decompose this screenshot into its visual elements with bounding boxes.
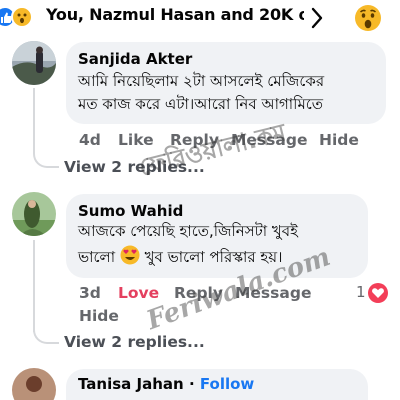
comment-actions: 3d Love Reply Message Hide xyxy=(79,284,389,328)
love-reaction-button[interactable]: Love xyxy=(118,284,159,302)
comment-text-line: ভালো খুব ভালো পরিস্কার হয়। xyxy=(78,245,282,269)
chevron-right-icon[interactable] xyxy=(310,7,324,29)
comment-author[interactable]: Tanisa Jahan xyxy=(78,375,184,393)
reply-button[interactable]: Reply xyxy=(170,131,219,149)
reply-button[interactable]: Reply xyxy=(174,284,223,302)
separator-dot: · xyxy=(188,375,195,393)
reaction-count[interactable]: 1 xyxy=(356,283,366,301)
heart-eyes-emoji-icon xyxy=(120,245,140,265)
thread-line xyxy=(33,88,35,154)
follow-button[interactable]: Follow xyxy=(200,375,254,393)
reactions-summary-text[interactable]: You, Nazmul Hasan and 20K oth… xyxy=(46,5,304,24)
avatar[interactable] xyxy=(12,368,56,400)
avatar[interactable] xyxy=(12,41,56,85)
comment-actions: 4d Like Reply Message Hide xyxy=(79,131,389,151)
comment-author[interactable]: Sanjida Akter xyxy=(78,50,192,68)
view-replies-link[interactable]: View 2 replies... xyxy=(64,333,205,351)
watermark-bengali: ফেরিওয়ালা.কম xyxy=(136,118,289,182)
comment-timestamp[interactable]: 4d xyxy=(79,131,101,149)
comment-text: খুব ভালো পরিস্কার হয়। xyxy=(144,248,283,266)
comment-author[interactable]: Sumo Wahid xyxy=(78,202,183,220)
reactions-summary-bar[interactable]: You, Nazmul Hasan and 20K oth… xyxy=(0,0,400,36)
comment-text: আমি নিয়েছিলাম ২টা আসলেই মেজিকের xyxy=(78,72,325,90)
view-replies-link[interactable]: View 2 replies... xyxy=(64,158,205,176)
like-button[interactable]: Like xyxy=(118,131,154,149)
thread-connector xyxy=(33,326,59,344)
hide-button[interactable]: Hide xyxy=(79,307,119,325)
hide-button[interactable]: Hide xyxy=(319,131,359,149)
comment-bubble: Sanjida Akter আমি নিয়েছিলাম ২টা আসলেই ম… xyxy=(66,42,386,124)
comment-author-line: Tanisa Jahan · Follow xyxy=(78,375,254,393)
wow-reaction-icon[interactable] xyxy=(354,4,382,32)
avatar[interactable] xyxy=(12,192,56,236)
heart-reaction-icon xyxy=(368,283,388,303)
comment-bubble: Tanisa Jahan · Follow xyxy=(66,369,368,400)
comment-timestamp[interactable]: 3d xyxy=(79,284,101,302)
comment-bubble: Sumo Wahid আজকে পেয়েছি হাতে,জিনিসটা খুব… xyxy=(66,194,368,278)
comment-text: আজকে পেয়েছি হাতে,জিনিসটা খুবই xyxy=(78,222,298,240)
comment-text: মত কাজ করে এটা।আরো নিব আগামিতে xyxy=(78,95,324,113)
thread-line xyxy=(33,240,35,332)
reaction-icons xyxy=(0,6,40,28)
thread-connector xyxy=(33,150,59,168)
message-button[interactable]: Message xyxy=(235,284,311,302)
wow-reaction-icon xyxy=(11,6,33,28)
comment-text: ভালো xyxy=(78,248,116,266)
message-button[interactable]: Message xyxy=(231,131,307,149)
